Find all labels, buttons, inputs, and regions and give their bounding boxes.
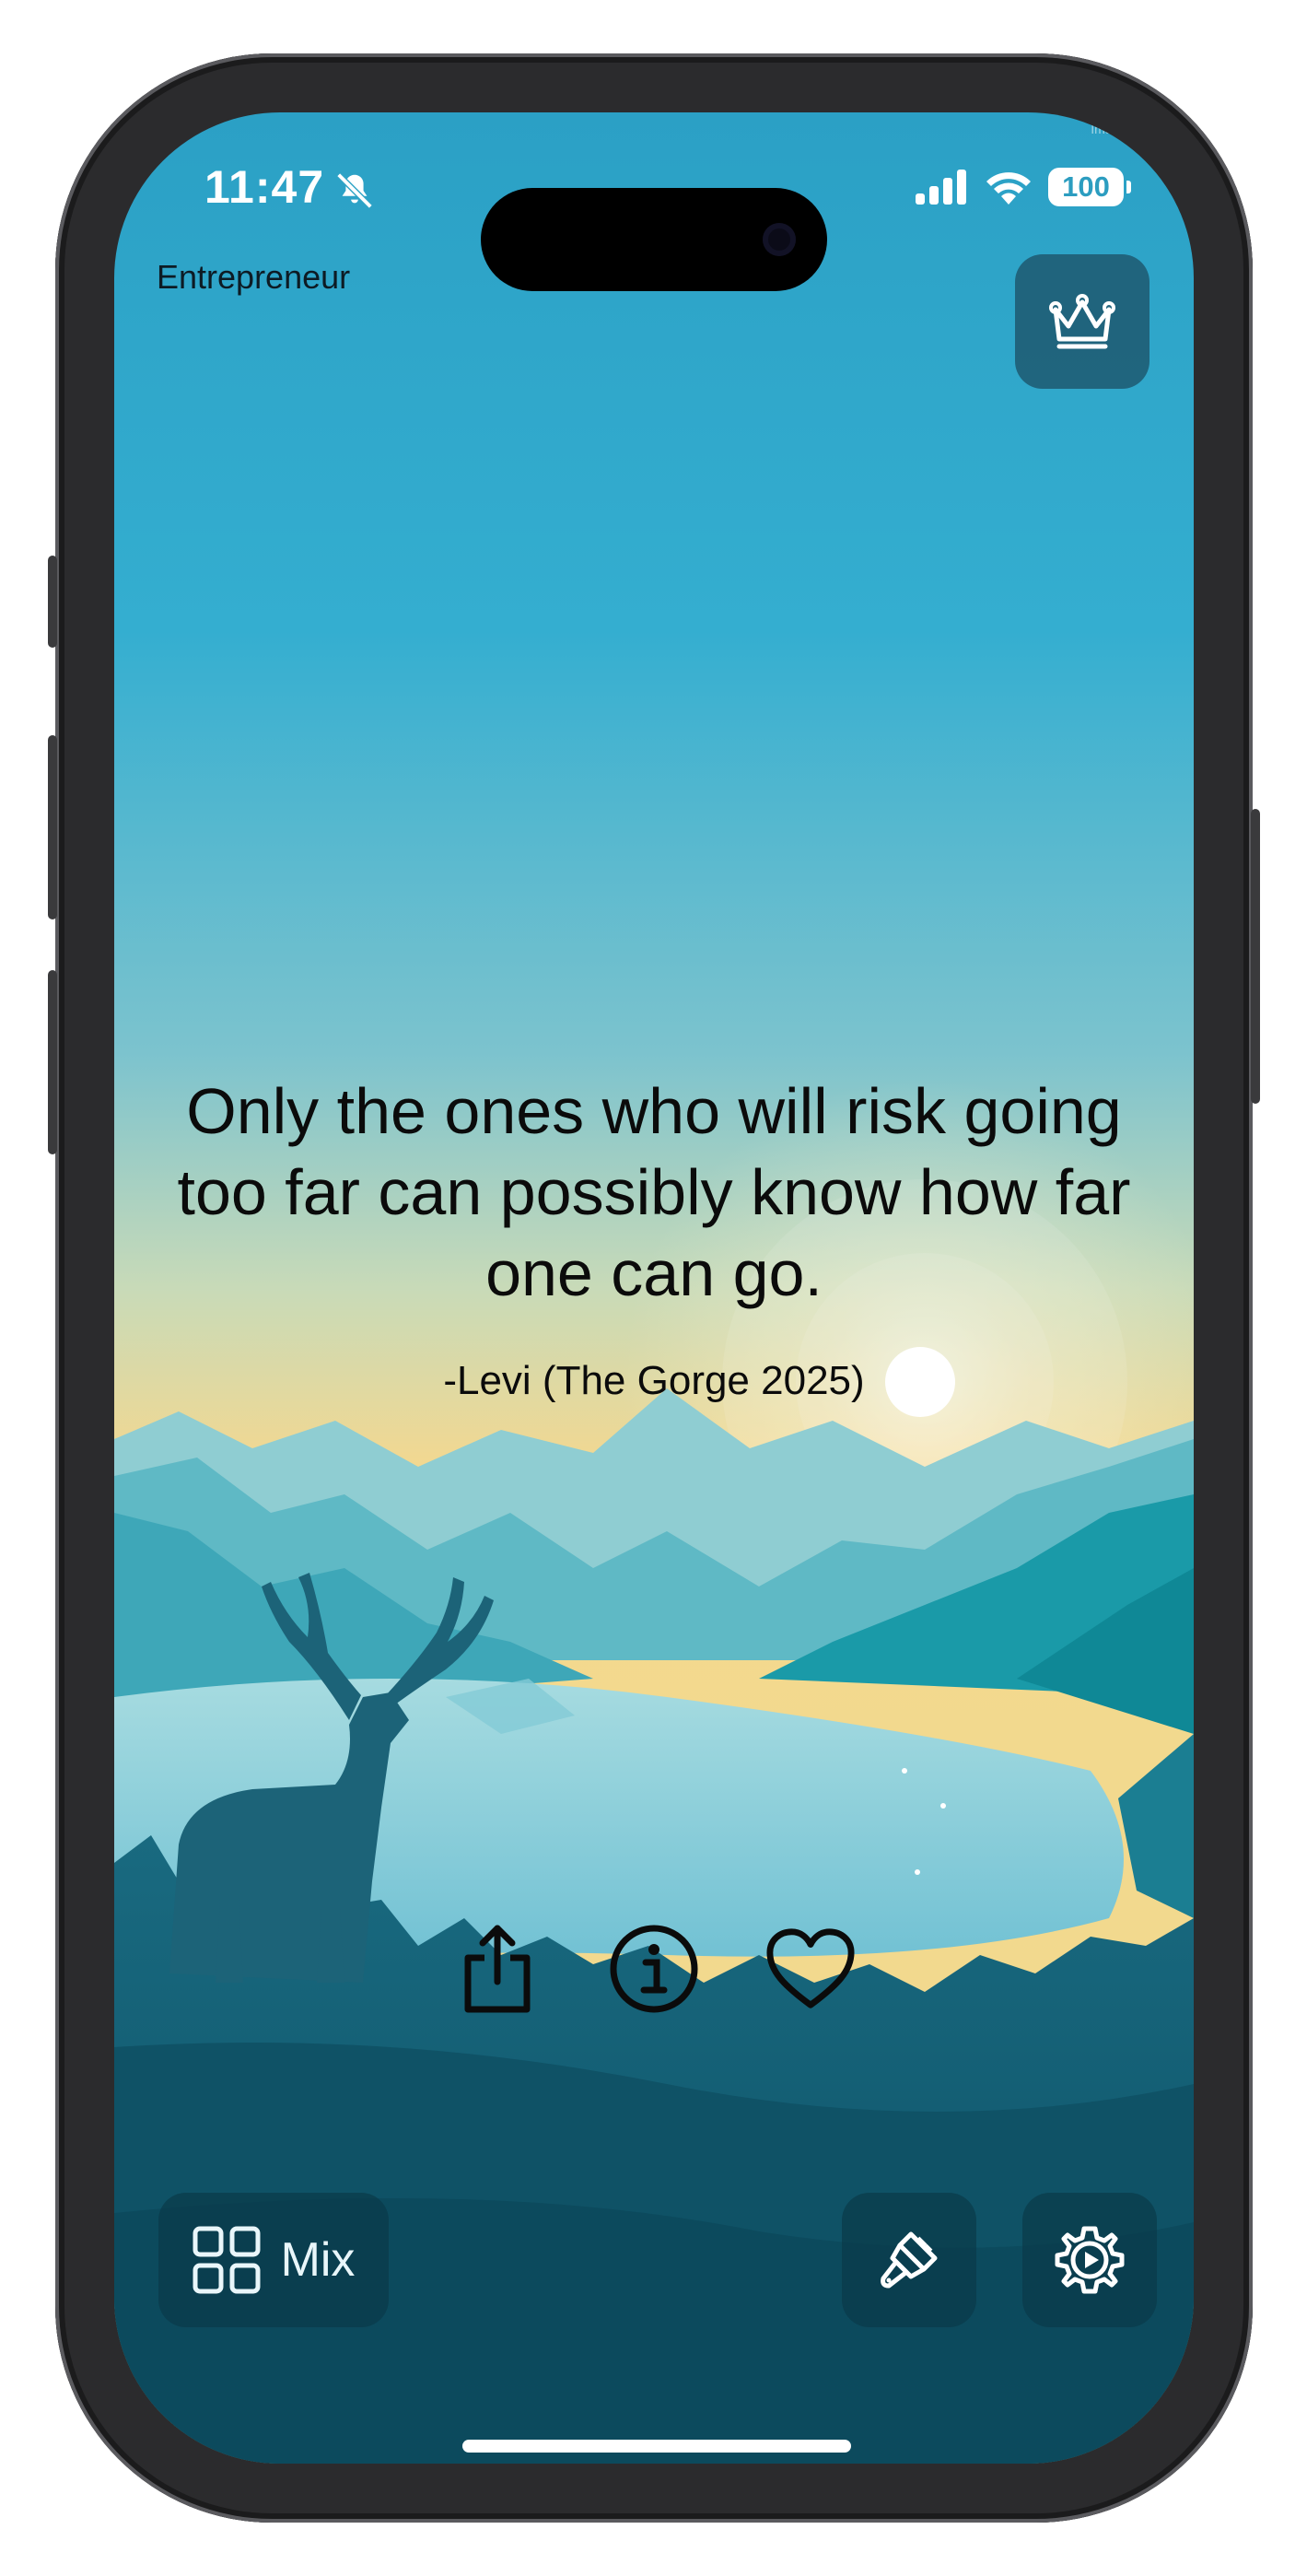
gear-icon bbox=[1055, 2226, 1125, 2294]
app-screen: Image lu 11:47 100 Entrepreneur Only the… bbox=[114, 112, 1194, 2464]
quote-author: -Levi (The Gorge 2025) bbox=[443, 1358, 865, 1403]
quote-actions bbox=[114, 1918, 1194, 2020]
battery-icon: 100 bbox=[1048, 168, 1131, 206]
premium-button[interactable] bbox=[1015, 254, 1149, 389]
dynamic-island bbox=[481, 188, 827, 291]
image-credit: Image lu bbox=[1091, 122, 1140, 136]
volume-up-button bbox=[48, 735, 57, 919]
action-button bbox=[48, 556, 57, 648]
cellular-signal-icon bbox=[916, 170, 966, 205]
grid-icon bbox=[193, 2226, 261, 2294]
share-icon bbox=[464, 1925, 531, 2013]
category-label[interactable]: Entrepreneur bbox=[157, 258, 350, 297]
paintbrush-icon bbox=[881, 2231, 938, 2289]
status-indicators: 100 bbox=[916, 168, 1131, 206]
bell-slash-icon bbox=[333, 170, 376, 217]
status-bar: 11:47 100 bbox=[114, 160, 1194, 291]
share-button[interactable] bbox=[452, 1918, 543, 2020]
info-button[interactable] bbox=[609, 1918, 699, 2020]
crown-icon bbox=[1049, 294, 1115, 349]
wifi-icon bbox=[986, 172, 1031, 205]
home-indicator[interactable] bbox=[462, 2440, 851, 2453]
quote-text: Only the ones who will risk going too fa… bbox=[177, 1075, 1131, 1309]
settings-button[interactable] bbox=[1022, 2193, 1157, 2327]
favorite-button[interactable] bbox=[765, 1918, 856, 2020]
status-time: 11:47 bbox=[204, 161, 325, 213]
camera-icon bbox=[763, 223, 796, 256]
mix-button[interactable]: Mix bbox=[158, 2193, 389, 2327]
heart-icon bbox=[766, 1928, 855, 2008]
volume-down-button bbox=[48, 970, 57, 1154]
power-button bbox=[1251, 809, 1260, 1104]
mix-label: Mix bbox=[280, 2233, 356, 2287]
themes-button[interactable] bbox=[842, 2193, 976, 2327]
info-icon bbox=[610, 1925, 698, 2013]
